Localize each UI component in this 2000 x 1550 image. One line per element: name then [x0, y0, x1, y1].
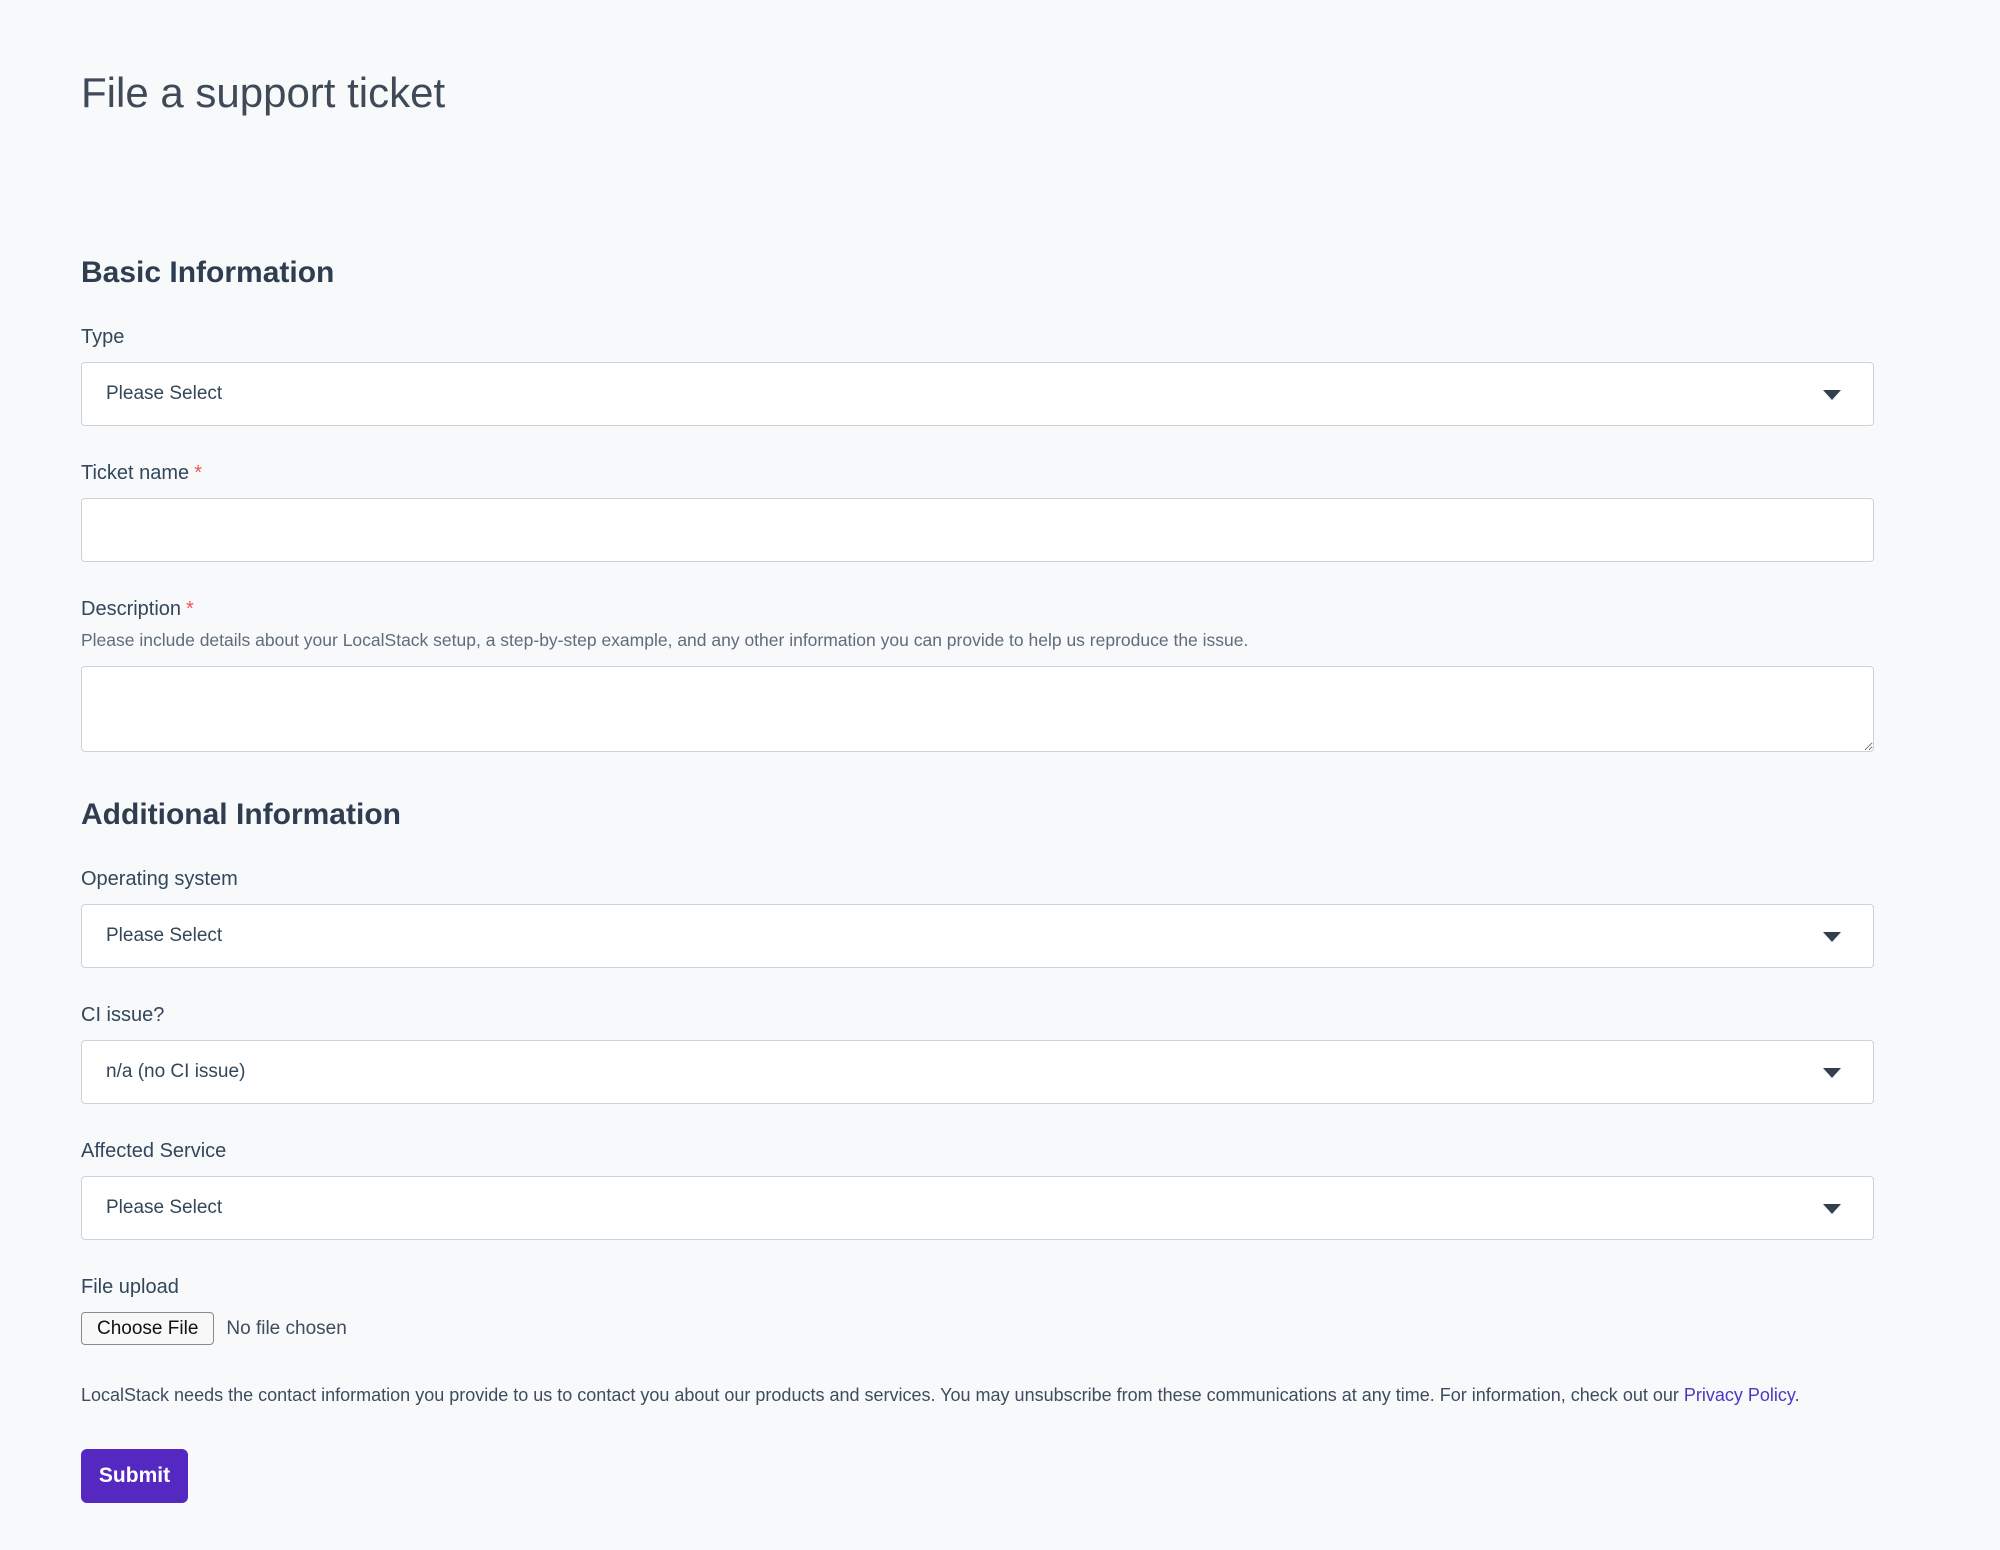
- field-ticket-name: Ticket name*: [81, 462, 1874, 562]
- field-description: Description* Please include details abou…: [81, 598, 1874, 752]
- section-basic-information: Basic Information Type Please Select Tic…: [81, 256, 1874, 752]
- ci-issue-label: CI issue?: [81, 1004, 1874, 1027]
- type-select[interactable]: Please Select: [81, 362, 1874, 426]
- required-asterisk: *: [194, 462, 202, 484]
- support-ticket-page: File a support ticket Basic Information …: [0, 0, 2000, 1550]
- affected-service-label: Affected Service: [81, 1140, 1874, 1163]
- submit-button[interactable]: Submit: [81, 1449, 188, 1503]
- caret-down-icon: [1823, 932, 1841, 942]
- file-upload-control: Choose File No file chosen: [81, 1312, 1874, 1345]
- field-affected-service: Affected Service Please Select: [81, 1140, 1874, 1240]
- ticket-name-label: Ticket name*: [81, 462, 1874, 485]
- field-type: Type Please Select: [81, 326, 1874, 426]
- ticket-name-input[interactable]: [81, 498, 1874, 562]
- privacy-policy-link[interactable]: Privacy Policy: [1684, 1385, 1795, 1405]
- description-label: Description*: [81, 598, 1874, 621]
- description-helper-text: Please include details about your LocalS…: [81, 630, 1874, 651]
- affected-service-select[interactable]: Please Select: [81, 1176, 1874, 1240]
- file-upload-label: File upload: [81, 1276, 1874, 1299]
- affected-service-select-value: Please Select: [106, 1197, 222, 1219]
- field-ci-issue: CI issue? n/a (no CI issue): [81, 1004, 1874, 1104]
- section-additional-information: Additional Information Operating system …: [81, 798, 1874, 1345]
- privacy-text-before: LocalStack needs the contact information…: [81, 1385, 1684, 1405]
- operating-system-label: Operating system: [81, 868, 1874, 891]
- required-asterisk: *: [186, 598, 194, 620]
- caret-down-icon: [1823, 1204, 1841, 1214]
- privacy-notice: LocalStack needs the contact information…: [81, 1383, 1874, 1408]
- basic-information-heading: Basic Information: [81, 256, 1874, 290]
- page-title: File a support ticket: [81, 68, 1874, 118]
- ticket-name-label-text: Ticket name: [81, 462, 189, 484]
- type-select-value: Please Select: [106, 383, 222, 405]
- description-label-text: Description: [81, 598, 181, 620]
- type-label: Type: [81, 326, 1874, 349]
- choose-file-button[interactable]: Choose File: [81, 1312, 214, 1345]
- file-status-text: No file chosen: [226, 1318, 346, 1340]
- ci-issue-select[interactable]: n/a (no CI issue): [81, 1040, 1874, 1104]
- privacy-text-after: .: [1795, 1385, 1800, 1405]
- description-textarea[interactable]: [81, 666, 1874, 752]
- additional-information-heading: Additional Information: [81, 798, 1874, 832]
- operating-system-select[interactable]: Please Select: [81, 904, 1874, 968]
- ci-issue-select-value: n/a (no CI issue): [106, 1061, 245, 1083]
- caret-down-icon: [1823, 390, 1841, 400]
- field-operating-system: Operating system Please Select: [81, 868, 1874, 968]
- operating-system-select-value: Please Select: [106, 925, 222, 947]
- caret-down-icon: [1823, 1068, 1841, 1078]
- field-file-upload: File upload Choose File No file chosen: [81, 1276, 1874, 1345]
